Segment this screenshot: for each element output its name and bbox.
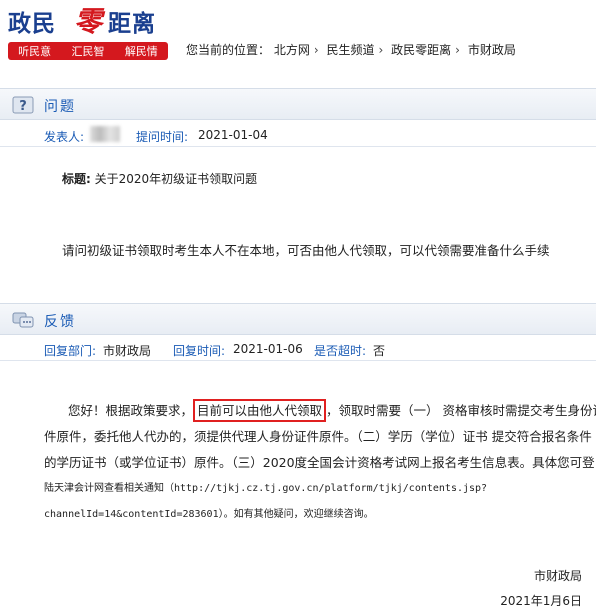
logo-tag-2: 汇民智 [71,45,105,58]
breadcrumb-item-minsheng[interactable]: 民生频道 [327,43,375,57]
question-time-label: 提问时间: [136,130,189,144]
breadcrumb-separator: › [378,43,384,57]
logo-tagline: 听民意 汇民智 解民情 [8,42,168,60]
svg-text:?: ? [19,99,27,114]
answer-line-3: 的学历证书（或学位证书）原件。（三）2020度全国会计资格考试网上报名考生信息表… [44,455,595,470]
page-header: 政民 零 距离 听民意 汇民智 解民情 您当前的位置： 北方网 › 民生频道 › 政… [0,0,596,64]
question-title: 标题: 关于2020年初级证书领取问题 [62,170,257,187]
question-section-title: 问题 [44,99,76,115]
reply-dept-label: 回复部门: [44,344,97,358]
question-time-value: 2021-01-04 [198,128,268,142]
poster-avatar-blurred [90,126,120,142]
logo-tag-1: 听民意 [18,45,52,58]
breadcrumb-prefix: 您当前的位置： [186,43,271,57]
answer-line-1: 您好！根据政策要求， 目前可以由他人代领取 ，领取时需要（一） 资格审核时需提交考生… [44,398,596,424]
breadcrumb-item-zhengmin[interactable]: 政民零距离 [391,43,451,57]
answer-meta: 回复部门: 市财政局 回复时间: 2021-01-06 是否超时: 否 [0,337,596,361]
question-title-label: 标题: [62,172,91,186]
breadcrumb-separator: › [313,43,319,57]
site-logo[interactable]: 政民 零 距离 听民意 汇民智 解民情 [8,4,168,62]
breadcrumb-item-caizheng[interactable]: 市财政局 [468,43,516,57]
logo-part-1: 政民 [8,10,56,37]
highlighted-text: 目前可以由他人代领取 [193,399,327,422]
question-meta: 发表人: 提问时间: 2021-01-04 [0,123,596,147]
logo-tag-3: 解民情 [124,45,158,58]
reply-dept-value: 市财政局 [103,344,152,358]
overdue-value: 否 [373,344,386,358]
logo-part-2: 零 [74,5,104,38]
breadcrumb-item-beifang[interactable]: 北方网 [274,43,310,57]
overdue-label: 是否超时: [314,344,367,358]
breadcrumb-separator: › [455,43,460,57]
reply-time-label: 回复时间: [173,344,226,358]
poster-label: 发表人: [44,130,85,144]
answer-section-title: 反馈 [44,314,76,330]
answer-signature: 市财政局 [533,569,582,583]
logo-part-3: 距离 [108,10,156,37]
breadcrumb: 您当前的位置： 北方网 › 民生频道 › 政民零距离 › 市财政局 [186,41,516,58]
answer-line-5: channelId=14&contentId=283601）。如有其他疑问，欢迎… [44,509,374,520]
question-title-value: 关于2020年初级证书领取问题 [94,172,258,186]
answer-section-header: 反馈 [0,303,596,335]
question-section-header: ? 问题 [0,88,596,120]
answer-line-4: 陆天津会计网查看相关通知（http://tjkj.cz.tj.gov.cn/pl… [44,483,488,494]
answer-date: 2021年1月6日 [500,594,582,608]
question-body: 请问初级证书领取时考生本人不在本地，可否由他人代领取，可以代领需要准备什么手续 [62,243,550,258]
answer-line-2: 件原件，委托他人代办的，须提供代理人身份证件原件。（二）学历（学位）证书 提交符… [44,429,592,444]
question-icon: ? [12,96,34,114]
answer-body: 您好！根据政策要求， 目前可以由他人代领取 ，领取时需要（一） 资格审核时需提交考生… [44,398,596,528]
reply-time-value: 2021-01-06 [233,342,303,356]
chat-bubble-icon [12,312,34,328]
